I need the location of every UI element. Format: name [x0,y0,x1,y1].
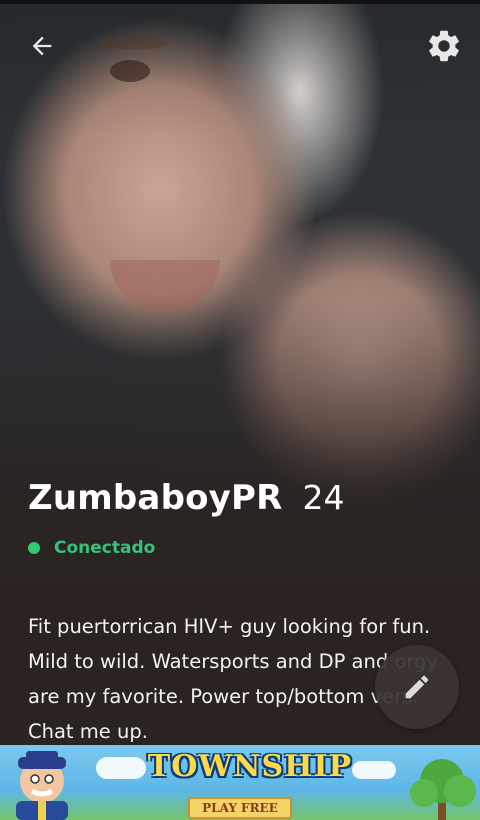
edit-button[interactable] [375,645,459,729]
ad-title: TOWNSHIP [147,749,353,784]
ad-banner[interactable]: TOWNSHIP PLAY FREE [0,745,480,820]
profile-screen: ZumbaboyPR 24 Conectado Fit puertorrican… [0,0,480,820]
mayor-character-icon [16,751,68,820]
arrow-left-icon [32,36,52,56]
online-dot-icon [28,542,40,554]
back-button[interactable] [22,26,62,66]
gear-icon [429,30,459,62]
cloud-decoration [96,757,146,779]
profile-header: ZumbaboyPR 24 [28,478,345,518]
tree-decoration [410,759,476,820]
profile-age: 24 [302,478,345,517]
settings-button[interactable] [424,26,464,66]
pencil-icon [405,675,429,699]
status-bar [0,0,480,4]
ad-logo: TOWNSHIP [140,749,360,784]
status-label: Conectado [54,538,156,558]
online-status: Conectado [28,538,155,558]
ad-play-button[interactable]: PLAY FREE [188,797,292,819]
profile-name: ZumbaboyPR [28,478,283,518]
